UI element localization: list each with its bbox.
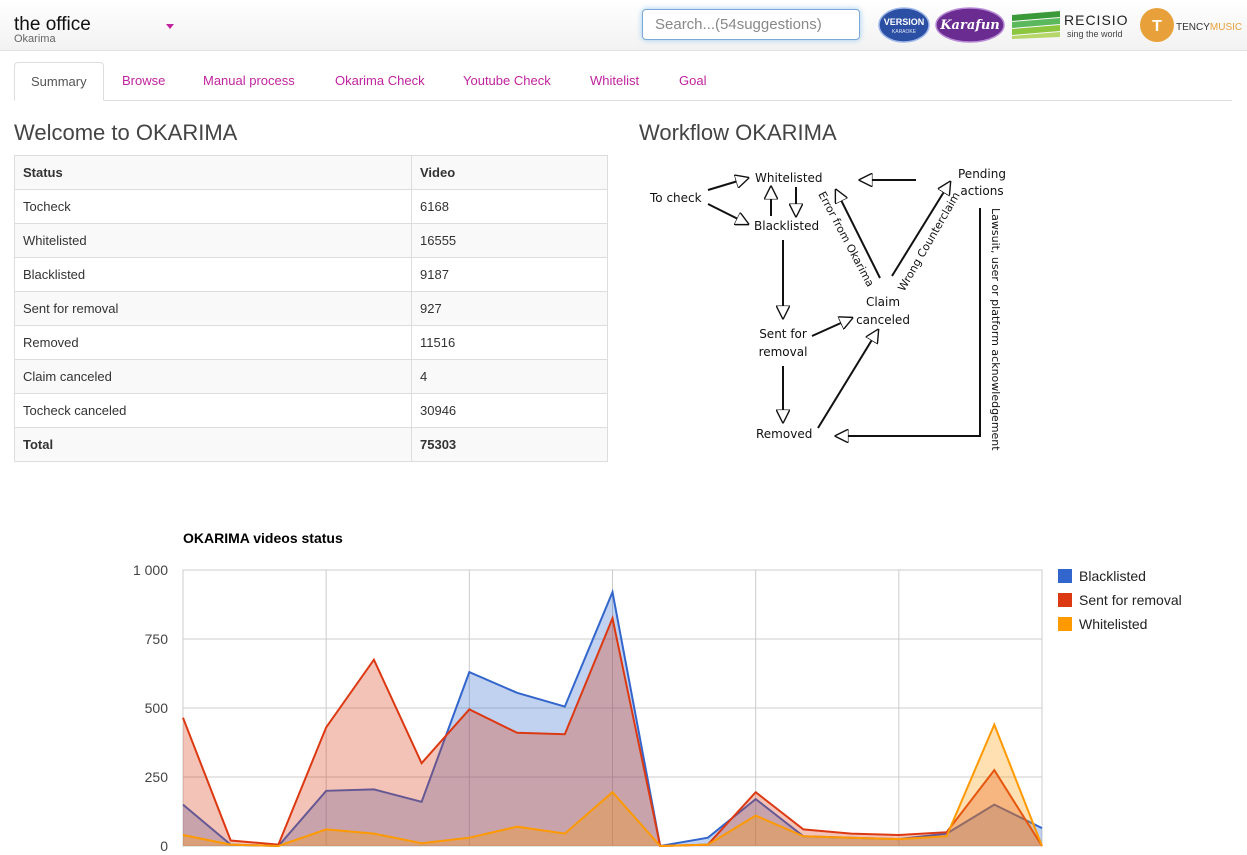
logo-text: RECISIO [1064, 12, 1129, 28]
workflow-heading: Workflow OKARIMA [639, 120, 837, 145]
logo-text: Karafun [939, 18, 1000, 33]
node-removed: Removed [756, 427, 812, 441]
logo-tagline: sing the world [1067, 29, 1123, 39]
logo-text: TENCY [1176, 22, 1210, 33]
legend-swatch [1058, 569, 1072, 583]
legend-swatch [1058, 593, 1072, 607]
count-cell: 9187 [411, 257, 608, 292]
edge-label-counterclaim: Wrong Counterclaim [895, 190, 962, 294]
status-cell: Removed [14, 325, 412, 360]
videos-status-chart: OKARIMA videos status 1 000 750 500 250 0 Bl… [133, 530, 1182, 854]
y-tick-label: 1 000 [133, 562, 168, 578]
chart-title: OKARIMA videos status [183, 530, 343, 546]
chevron-down-icon[interactable] [166, 24, 174, 29]
count-cell: 11516 [411, 325, 608, 360]
node-whitelisted: Whitelisted [755, 171, 823, 185]
y-tick-label: 500 [145, 700, 169, 716]
count-cell: 16555 [411, 223, 608, 258]
workflow-diagram: To check Whitelisted Blacklisted Pending… [649, 167, 1006, 451]
chart-series [182, 588, 1043, 848]
legend-label[interactable]: Blacklisted [1079, 568, 1146, 584]
tab-okarima-check[interactable]: Okarima Check [318, 62, 442, 100]
nav-tabs: Summary Browse Manual process Okarima Ch… [14, 62, 1232, 101]
chart-y-axis: 1 000 750 500 250 0 [133, 562, 168, 854]
count-cell: 30946 [411, 393, 608, 428]
status-cell: Tocheck [14, 189, 412, 224]
column-header-status: Status [14, 155, 412, 190]
table-row: Tocheck 6168 [14, 189, 608, 224]
table-row: Sent for removal 927 [14, 291, 608, 326]
y-tick-label: 250 [145, 769, 169, 785]
tab-summary[interactable]: Summary [14, 62, 104, 101]
tab-goal[interactable]: Goal [662, 62, 723, 100]
legend-label[interactable]: Whitelisted [1079, 616, 1147, 632]
arrow-removed-claim [817, 330, 878, 429]
search-input[interactable] [642, 9, 860, 40]
node-blacklisted: Blacklisted [754, 219, 819, 233]
status-cell: Whitelisted [14, 223, 412, 258]
logo-text: MUSIC [1210, 22, 1242, 33]
column-header-video: Video [411, 155, 608, 190]
edge-label-error: Error from Okarima [815, 189, 876, 289]
table-row: Whitelisted 16555 [14, 223, 608, 258]
arrow-tocheck-blacklisted [707, 203, 748, 224]
status-cell: Claim canceled [14, 359, 412, 394]
y-tick-label: 0 [160, 838, 168, 854]
tab-whitelist[interactable]: Whitelist [573, 62, 656, 100]
welcome-heading: Welcome to OKARIMA [14, 120, 238, 145]
node-pending-line1: Pending [958, 167, 1006, 181]
edge-label-lawsuit: Lawsuit, user or platform acknowledgemen… [989, 208, 1002, 451]
logo-text: KARAOKE [892, 29, 917, 35]
count-cell: 927 [411, 291, 608, 326]
arrow-sent-claim [811, 318, 852, 337]
node-sent-line1: Sent for [759, 327, 807, 341]
tencymusic-logo[interactable]: T TENCYMUSIC [1138, 5, 1247, 45]
table-row: Claim canceled 4 [14, 359, 608, 394]
table-row: Blacklisted 9187 [14, 257, 608, 292]
total-value: 75303 [411, 427, 608, 462]
status-cell: Sent for removal [14, 291, 412, 326]
legend-label[interactable]: Sent for removal [1079, 592, 1182, 608]
y-tick-label: 750 [145, 631, 169, 647]
table-total-row: Total 75303 [14, 427, 608, 462]
tab-youtube-check[interactable]: Youtube Check [446, 62, 568, 100]
table-row: Tocheck canceled 30946 [14, 393, 608, 428]
tab-browse[interactable]: Browse [105, 62, 182, 100]
svg-text:TENCYMUSIC: TENCYMUSIC [1176, 22, 1242, 33]
version-karaoke-logo[interactable]: VERSION KARAOKE [877, 5, 931, 45]
arrow-tocheck-whitelisted [707, 178, 748, 191]
logo-text: VERSION [884, 17, 925, 27]
tency-icon: T [1152, 18, 1162, 35]
table-row: Removed 11516 [14, 325, 608, 360]
legend-swatch [1058, 617, 1072, 631]
chart-legend: Blacklisted Sent for removal Whitelisted [1058, 568, 1182, 632]
node-claim-line1: Claim [866, 295, 900, 309]
total-label: Total [14, 427, 412, 462]
tab-manual-process[interactable]: Manual process [186, 62, 312, 100]
karafun-logo[interactable]: Karafun [934, 5, 1006, 45]
recisio-stripes-icon [1012, 11, 1060, 39]
app-subtitle: Okarima [14, 33, 56, 45]
table-header-row: Status Video [14, 155, 608, 190]
node-claim-line2: canceled [856, 313, 910, 327]
status-cell: Tocheck canceled [14, 393, 412, 428]
top-bar: the office Okarima VERSION KARAOKE Karaf… [0, 0, 1247, 51]
node-pending-line2: actions [960, 184, 1003, 198]
status-table: Status Video Tocheck 6168 Whitelisted 1655… [14, 155, 608, 462]
count-cell: 4 [411, 359, 608, 394]
status-cell: Blacklisted [14, 257, 412, 292]
node-sent-line2: removal [759, 345, 808, 359]
recisio-logo[interactable]: RECISIO sing the world [1010, 5, 1136, 45]
node-to-check: To check [649, 191, 702, 205]
count-cell: 6168 [411, 189, 608, 224]
